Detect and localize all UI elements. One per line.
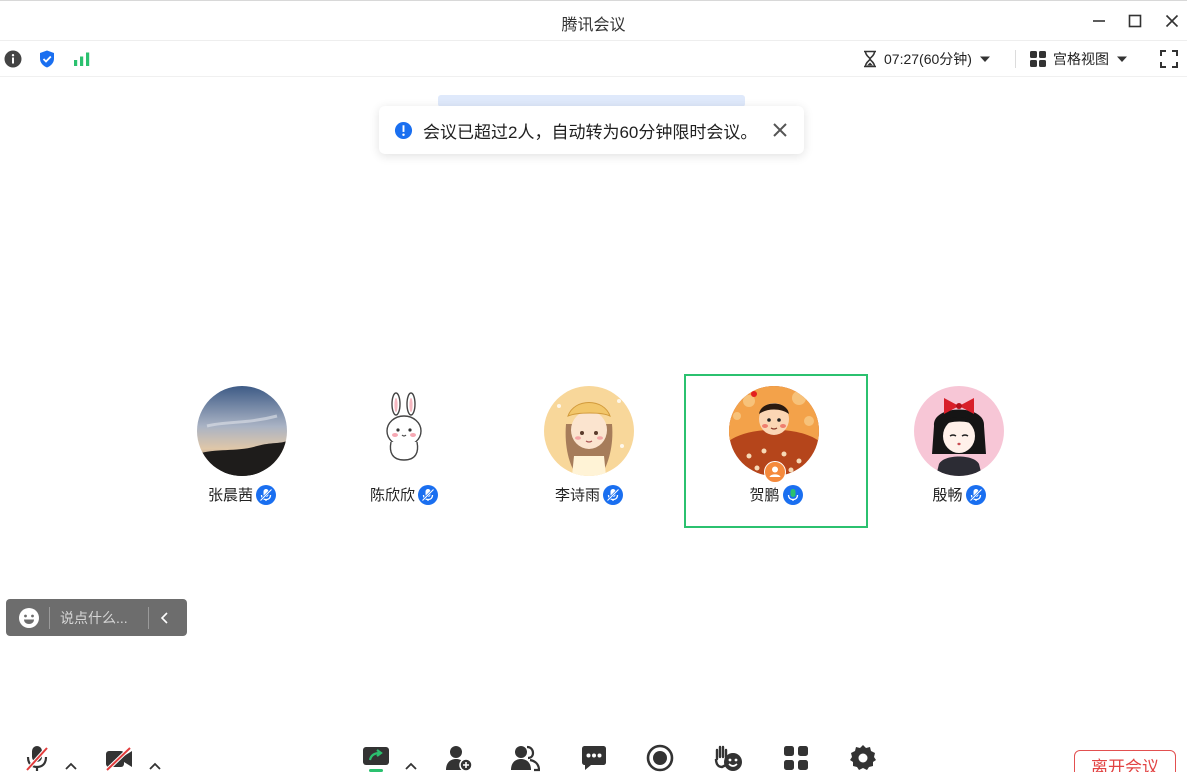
invite-user-icon[interactable]: [444, 743, 474, 772]
participant-name-row: 张晨茜: [150, 484, 334, 505]
fullscreen-icon[interactable]: [1159, 49, 1179, 69]
hourglass-icon: [864, 50, 876, 68]
participant-tile[interactable]: 张晨茜: [150, 374, 334, 528]
network-signal-icon[interactable]: [72, 49, 92, 69]
participant-name-row: 殷畅: [867, 484, 1051, 505]
apps-icon[interactable]: [781, 743, 811, 772]
participant-name: 陈欣欣: [369, 487, 415, 504]
chevron-up-icon[interactable]: [403, 759, 419, 772]
participant-tile[interactable]: 殷畅: [867, 374, 1051, 528]
chevron-left-icon[interactable]: [155, 608, 175, 628]
share-screen-icon[interactable]: [361, 743, 391, 772]
avatar: [359, 386, 449, 476]
view-mode-label: 宫格视图: [1053, 51, 1109, 67]
chat-icon[interactable]: [579, 743, 609, 772]
divider: [1015, 50, 1016, 68]
meeting-timer[interactable]: 07:27(60分钟): [862, 49, 992, 69]
chevron-down-icon: [1117, 56, 1127, 62]
avatar: [544, 386, 634, 476]
alert-icon: [394, 121, 413, 139]
participant-name-row: 贺鹏: [686, 484, 866, 505]
participant-tile-active[interactable]: 贺鹏: [684, 374, 868, 528]
microphone-muted-icon[interactable]: [22, 743, 52, 772]
view-mode-button[interactable]: 宫格视图: [1029, 49, 1129, 69]
microphone-muted-icon: [603, 484, 623, 505]
raise-hand-icon[interactable]: [713, 743, 743, 772]
timer-text: 07:27(60分钟): [884, 51, 972, 67]
minimize-icon[interactable]: [1087, 9, 1111, 33]
title-bar: 腾讯会议: [0, 1, 1187, 41]
info-icon[interactable]: [3, 49, 23, 69]
chevron-down-icon: [979, 56, 990, 62]
avatar: [197, 386, 287, 476]
record-icon[interactable]: [645, 743, 675, 772]
leave-meeting-button[interactable]: 离开会议: [1074, 750, 1176, 772]
close-icon[interactable]: [770, 120, 790, 140]
participant-name-row: 李诗雨: [497, 484, 681, 505]
microphone-muted-icon: [418, 484, 438, 505]
toast-message: 会议已超过2人，自动转为60分钟限时会议。: [423, 122, 758, 142]
participant-name: 李诗雨: [554, 487, 600, 504]
settings-icon[interactable]: [848, 743, 878, 772]
members-icon[interactable]: [510, 743, 540, 772]
microphone-muted-icon: [256, 484, 276, 505]
avatar: [914, 386, 1004, 476]
divider: [148, 606, 149, 629]
participant-tile[interactable]: 陈欣欣: [312, 374, 496, 528]
security-shield-icon[interactable]: [37, 49, 57, 69]
bottom-toolbar: 离开会议: [0, 737, 1187, 772]
divider: [49, 606, 50, 629]
participant-name: 殷畅: [932, 487, 963, 504]
chevron-up-icon[interactable]: [147, 759, 163, 772]
info-bar: 07:27(60分钟) 宫格视图: [0, 41, 1187, 77]
close-icon[interactable]: [1160, 9, 1184, 33]
microphone-on-icon: [782, 484, 803, 505]
chat-input-bar[interactable]: 说点什么...: [6, 599, 187, 636]
participant-tile[interactable]: 李诗雨: [497, 374, 681, 528]
host-badge-icon: [764, 461, 786, 483]
chat-input[interactable]: 说点什么...: [60, 608, 138, 628]
chevron-up-icon[interactable]: [63, 759, 79, 772]
meeting-window: 腾讯会议 07:27(60分钟) 宫格视图 会议已超过2人，自动转为60分钟限时…: [0, 0, 1187, 772]
notification-toast: 会议已超过2人，自动转为60分钟限时会议。: [379, 106, 804, 154]
maximize-icon[interactable]: [1123, 9, 1147, 33]
participant-name: 张晨茜: [207, 487, 253, 504]
participant-name: 贺鹏: [749, 487, 780, 504]
window-title: 腾讯会议: [561, 17, 626, 34]
microphone-muted-icon: [965, 484, 986, 505]
emoji-icon[interactable]: [18, 607, 40, 629]
participant-name-row: 陈欣欣: [312, 484, 496, 505]
grid-view-icon: [1030, 51, 1046, 67]
participant-grid: 张晨茜 陈欣欣 李诗雨 贺鹏 殷畅: [0, 371, 1187, 531]
camera-off-icon[interactable]: [104, 743, 134, 772]
